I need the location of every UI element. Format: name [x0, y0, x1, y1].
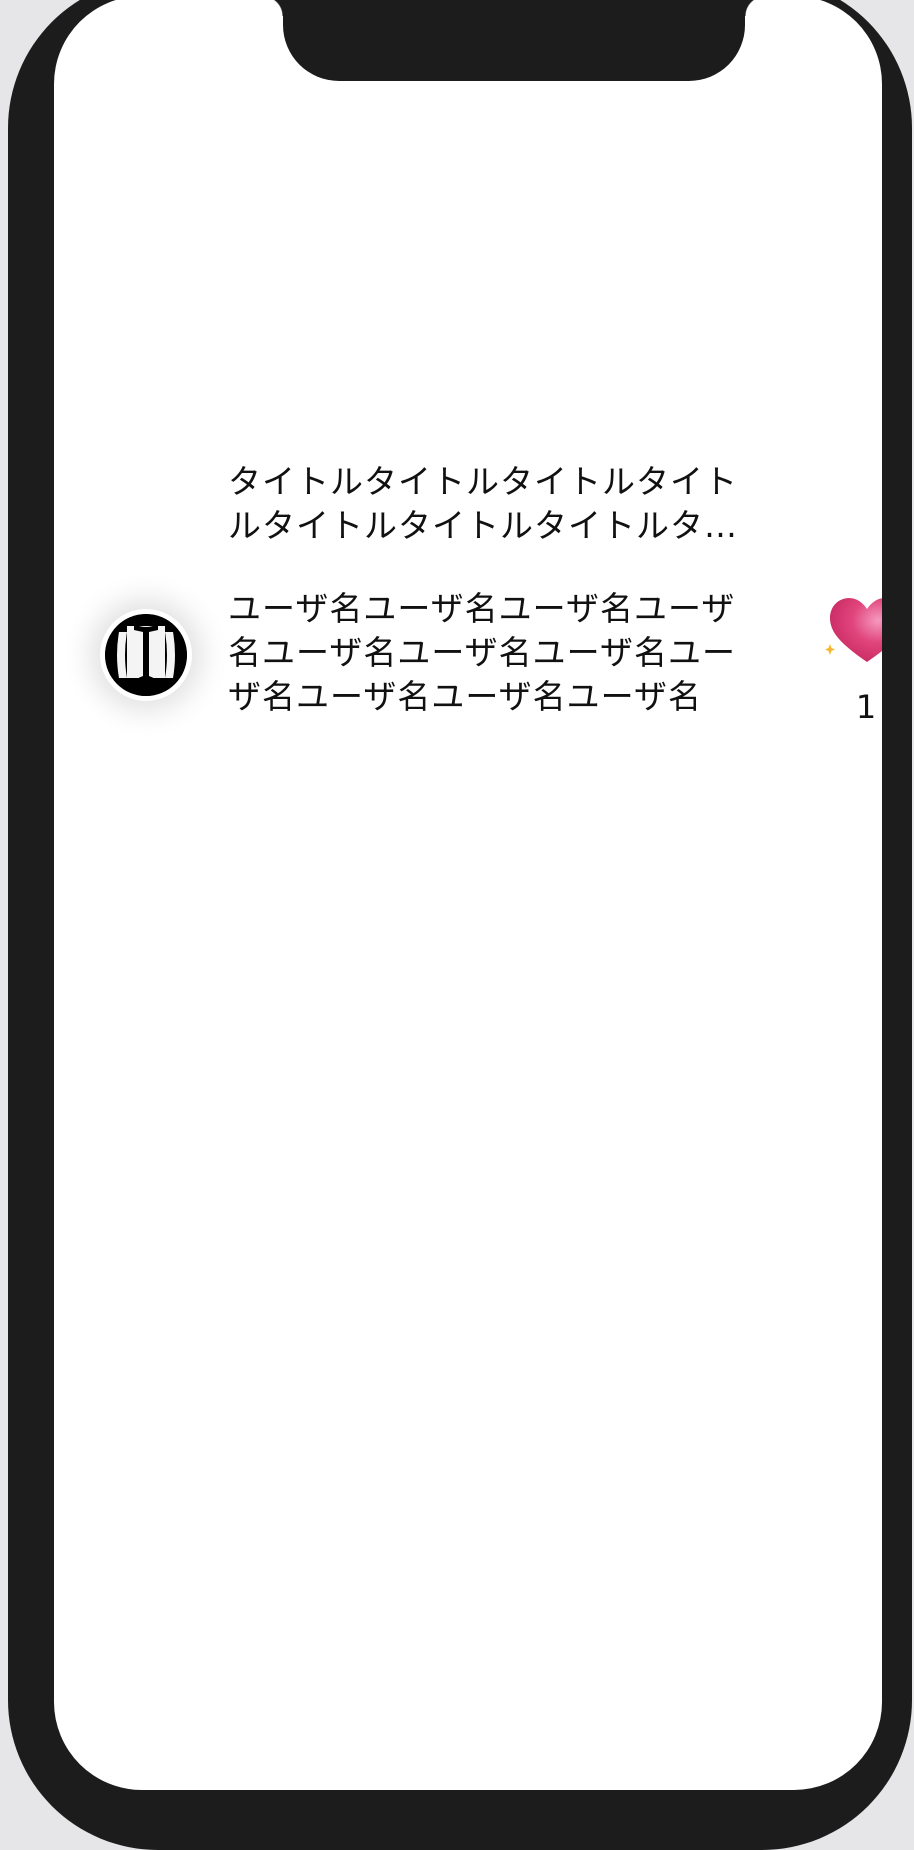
device-notch: [263, 0, 765, 81]
sparkling-heart-icon[interactable]: [824, 584, 882, 670]
avatar-icon: [105, 614, 187, 696]
like-count: 1: [855, 688, 877, 726]
username: ユーザ名ユーザ名ユーザ名ユーザ名ユーザ名ユーザ名ユーザ名ユーザ名ユーザ名ユーザ名…: [228, 589, 737, 716]
post-title: タイトルタイトルタイトルタイトルタイトルタイトルタイトルタイトルタイトル: [228, 462, 738, 545]
app-screen: タイトルタイトルタイトルタイトルタイトルタイトルタイトルタイトルタイトル ユーザ…: [54, 0, 882, 1790]
device-frame: タイトルタイトルタイトルタイトルタイトルタイトルタイトルタイトルタイトル ユーザ…: [8, 0, 912, 1850]
avatar[interactable]: [100, 609, 192, 701]
